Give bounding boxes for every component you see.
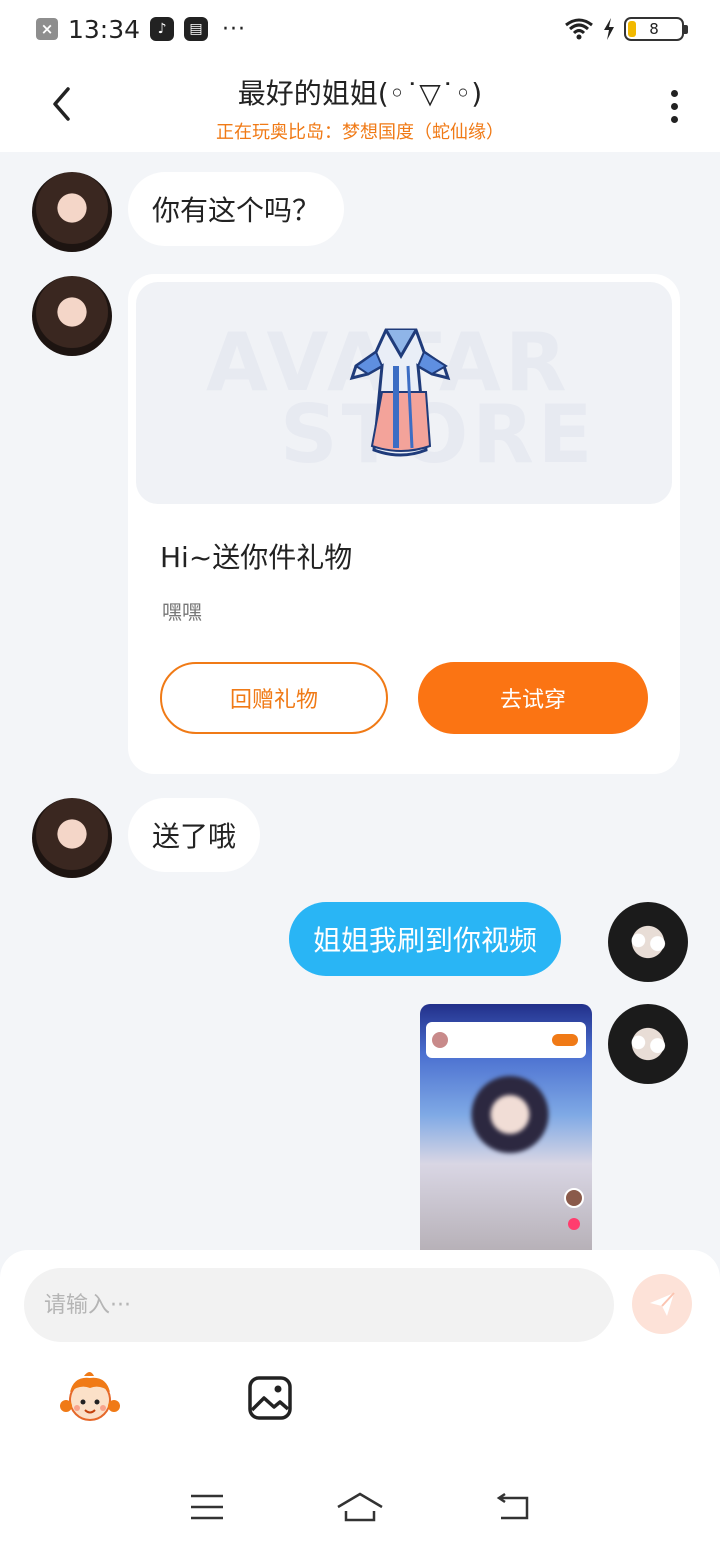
more-dot-icon: [670, 102, 678, 110]
gift-preview-image: AVATAR STORE: [136, 282, 672, 504]
more-dot-icon: [670, 115, 678, 123]
video-thumb-figure: [470, 1074, 550, 1164]
close-box-icon: ×: [36, 18, 58, 40]
chat-title: 最好的姐姐(◦˙▽˙◦): [237, 77, 483, 110]
back-icon: [497, 1492, 529, 1520]
nav-home-button[interactable]: [330, 1485, 390, 1529]
try-on-button[interactable]: 去试穿: [418, 662, 648, 734]
tiktok-icon: ♪: [150, 17, 175, 41]
battery-level: 8: [649, 20, 659, 38]
gift-subtitle: 嘿嘿: [162, 600, 202, 624]
dress-gift-icon: [349, 328, 451, 457]
send-button[interactable]: [632, 1274, 692, 1334]
mascot-emoji-icon: [60, 1372, 120, 1421]
video-thumb-creator-avatar: [564, 1188, 584, 1208]
message-text: 送了哦: [152, 820, 237, 853]
return-gift-button[interactable]: 回赠礼物: [160, 662, 388, 734]
heart-icon: [568, 1218, 580, 1230]
my-avatar[interactable]: [608, 1004, 688, 1084]
nav-menu-button[interactable]: [177, 1485, 237, 1529]
message-box-icon: ▤: [184, 17, 209, 41]
status-time: 13:34: [68, 14, 141, 44]
contact-avatar[interactable]: [32, 798, 112, 878]
video-thumb-follow-pill: [552, 1034, 578, 1046]
system-nav-bar: [0, 1470, 720, 1544]
message-text: 姐姐我刷到你视频: [313, 924, 538, 957]
more-notifications-icon: ···: [222, 16, 247, 42]
nav-back-button[interactable]: [483, 1485, 543, 1529]
message-bubble-received[interactable]: 你有这个吗？: [128, 172, 345, 246]
more-options-button[interactable]: [658, 84, 690, 128]
message-text: 你有这个吗？: [152, 194, 321, 227]
chat-header: 最好的姐姐(◦˙▽˙◦) 正在玩奥比岛：梦想国度（蛇仙缘）: [0, 58, 720, 152]
shared-video-thumbnail[interactable]: [420, 1004, 592, 1250]
back-button[interactable]: [40, 82, 84, 126]
image-icon: [248, 1376, 292, 1420]
message-bubble-received[interactable]: 送了哦: [128, 798, 261, 872]
chat-subtitle-status: 正在玩奥比岛：梦想国度（蛇仙缘）: [216, 122, 504, 143]
gift-card[interactable]: AVATAR STORE Hi~送你件礼物 嘿嘿 回赠礼物 去试穿: [128, 274, 680, 774]
my-avatar[interactable]: [608, 902, 688, 982]
more-dot-icon: [670, 89, 678, 97]
status-bar: × 13:34 ♪ ▤ ··· 8: [0, 0, 720, 58]
chat-title-block: 最好的姐姐(◦˙▽˙◦) 正在玩奥比岛：梦想国度（蛇仙缘）: [140, 72, 580, 144]
home-icon: [337, 1492, 383, 1522]
emoji-button[interactable]: [60, 1370, 120, 1426]
wifi-icon: [565, 18, 593, 40]
menu-icon: [190, 1494, 223, 1520]
contact-avatar[interactable]: [32, 172, 112, 252]
message-input[interactable]: [24, 1268, 614, 1342]
video-thumb-avatar: [432, 1032, 448, 1048]
gift-title: Hi~送你件礼物: [160, 541, 353, 574]
charging-icon: [604, 18, 614, 40]
chevron-left-icon: [53, 87, 70, 121]
contact-avatar[interactable]: [32, 276, 112, 356]
image-picker-button[interactable]: [246, 1374, 294, 1422]
send-icon: [650, 1292, 675, 1316]
message-bubble-sent[interactable]: 姐姐我刷到你视频: [289, 902, 562, 976]
battery-indicator: 8: [624, 17, 688, 41]
